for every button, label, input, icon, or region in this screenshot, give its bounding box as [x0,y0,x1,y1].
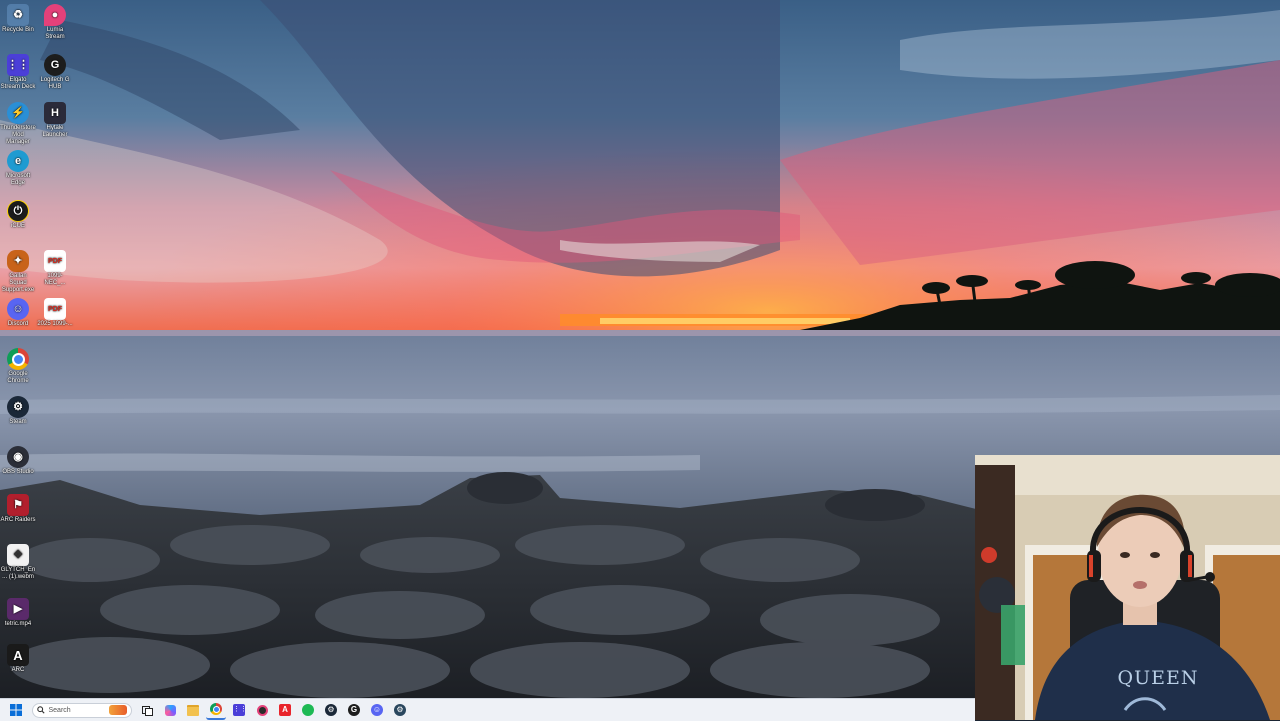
desktop-icon-obs[interactable]: ◉ OBS Studio [0,446,36,476]
desktop-icon-edge[interactable]: e Microsoft Edge [0,150,36,187]
taskbar-chrome[interactable] [206,700,226,720]
logitech-ghub-icon: G [44,54,66,76]
desktop-icon-label: tetric.mp4 [4,621,32,627]
pdf-icon: PDF [44,298,66,320]
desktop-icon-pdf-1099-nec[interactable]: PDF 1099-NEC_... [37,250,73,287]
copilot-icon [164,704,176,716]
search-placeholder: Search [48,706,71,714]
chrome-icon [210,703,222,715]
desktop-icon-label: ARC Raiders [0,517,36,523]
desktop-icon-label: OBS Studio [2,469,34,475]
desktop-icon-label: Steam [9,419,27,425]
edge-icon: e [7,150,29,172]
task-view-icon [141,705,153,716]
shirt-text: QUEEN [1117,667,1199,689]
hytale-launcher-icon: H [44,102,66,124]
desktop-icon-chrome[interactable]: Google Chrome [0,348,36,385]
desktop-icon-label: ARC [11,667,25,673]
game-exe-icon: ✦ [7,250,29,272]
desktop-icon-arc[interactable]: A ARC [0,644,36,674]
steam-icon: ⚙ [325,704,337,716]
taskbar-steam[interactable]: ⚙ [321,700,341,720]
search-icon [36,706,45,714]
logitech-ghub-icon: G [348,704,360,716]
discord-icon: ☺ [7,298,29,320]
desktop-icon-steam[interactable]: ⚙ Steam [0,396,36,426]
stream-deck-icon: ⋮⋮ [7,54,29,76]
desktop-icon-label: Discord [7,321,29,327]
desktop-icon-logitech-ghub[interactable]: G Logitech G HUB [37,54,73,91]
desktop-icon-pdf-2025-1099[interactable]: PDF 2025 1099-... [37,298,73,328]
taskbar-adobe-express[interactable]: A [275,700,295,720]
icue-icon: ⏻ [7,200,29,222]
desktop-icon-label: Gallan Squad Support.exe [1,273,35,293]
taskbar-spotify[interactable] [298,700,318,720]
taskbar: Search ⋮⋮ A ⚙ G ☺ ⚙ [0,698,975,721]
desktop-icon-discord[interactable]: ☺ Discord [0,298,36,328]
start-button[interactable] [6,700,26,720]
desktop-icon-label: Lumia Stream [45,27,65,40]
chrome-icon [7,348,29,370]
pdf-icon: PDF [44,250,66,272]
desktop-icon-label: Logitech G HUB [40,77,70,90]
arc-raiders-icon: ⚑ [7,494,29,516]
desktop-icon-game-exe[interactable]: ✦ Gallan Squad Support.exe [0,250,36,294]
desktop-icon-label: Microsoft Edge [5,173,31,186]
desktop-icon-stream-deck[interactable]: ⋮⋮ Elgato Stream Deck [0,54,36,91]
folder-icon [187,704,199,716]
desktop-icon-tetric-mp4[interactable]: ▶ tetric.mp4 [0,598,36,628]
spotify-icon [302,704,314,716]
desktop-icon-label: Thunderstore Mod Manager [0,125,36,145]
lumia-stream-icon: ● [44,4,66,26]
desktop-icon-label: iCUE [10,223,25,229]
taskbar-stream-deck[interactable]: ⋮⋮ [229,700,249,720]
discord-icon: ☺ [371,704,383,716]
video-file-icon: ❖ [7,544,29,566]
search-highlight-icon [108,705,127,715]
desktop-icon-label: 2025 1099-... [37,321,73,327]
desktop-icon-label: 1099-NEC_... [44,273,66,286]
desktop-icon-label: Hytale Launcher [42,125,68,138]
desktop-icon-label: Recycle Bin [2,27,34,33]
taskbar-lumia-stream[interactable] [252,700,272,720]
taskbar-search[interactable]: Search [31,702,132,718]
desktop-icon-thunderstore[interactable]: ⚡ Thunderstore Mod Manager [0,102,36,146]
recycle-bin-icon: ♻ [7,4,29,26]
obs-icon: ◉ [7,446,29,468]
desktop-icon-hytale-launcher[interactable]: H Hytale Launcher [37,102,73,139]
thunderstore-icon: ⚡ [7,102,29,124]
stream-deck-icon: ⋮⋮ [233,704,247,716]
desktop-icon-label: Elgato Stream Deck [0,77,36,90]
arc-icon: A [7,644,29,666]
lumia-stream-icon [256,704,268,716]
steam-icon: ⚙ [7,396,29,418]
taskbar-discord[interactable]: ☺ [367,700,387,720]
steam-icon: ⚙ [394,704,406,716]
desktop-icon-recycle-bin[interactable]: ♻ Recycle Bin [0,4,36,34]
taskbar-logitech-ghub[interactable]: G [344,700,364,720]
adobe-express-icon: A [279,704,291,716]
webcam-overlay: QUEEN [975,455,1280,720]
windows-logo-icon [10,704,22,716]
taskbar-task-view[interactable] [137,700,157,720]
desktop-icon-icue[interactable]: ⏻ iCUE [0,200,36,230]
desktop-icon-lumia-stream[interactable]: ● Lumia Stream [37,4,73,41]
desktop-icon-label: GLYTCH_En... (1).webm [0,567,36,580]
desktop-icon-glytch-webm[interactable]: ❖ GLYTCH_En... (1).webm [0,544,36,581]
taskbar-file-explorer[interactable] [183,700,203,720]
video-file-icon: ▶ [7,598,29,620]
taskbar-copilot[interactable] [160,700,180,720]
taskbar-steam-alt[interactable]: ⚙ [390,700,410,720]
desktop-icon-label: Google Chrome [7,371,29,384]
desktop-icon-arc-raiders[interactable]: ⚑ ARC Raiders [0,494,36,524]
